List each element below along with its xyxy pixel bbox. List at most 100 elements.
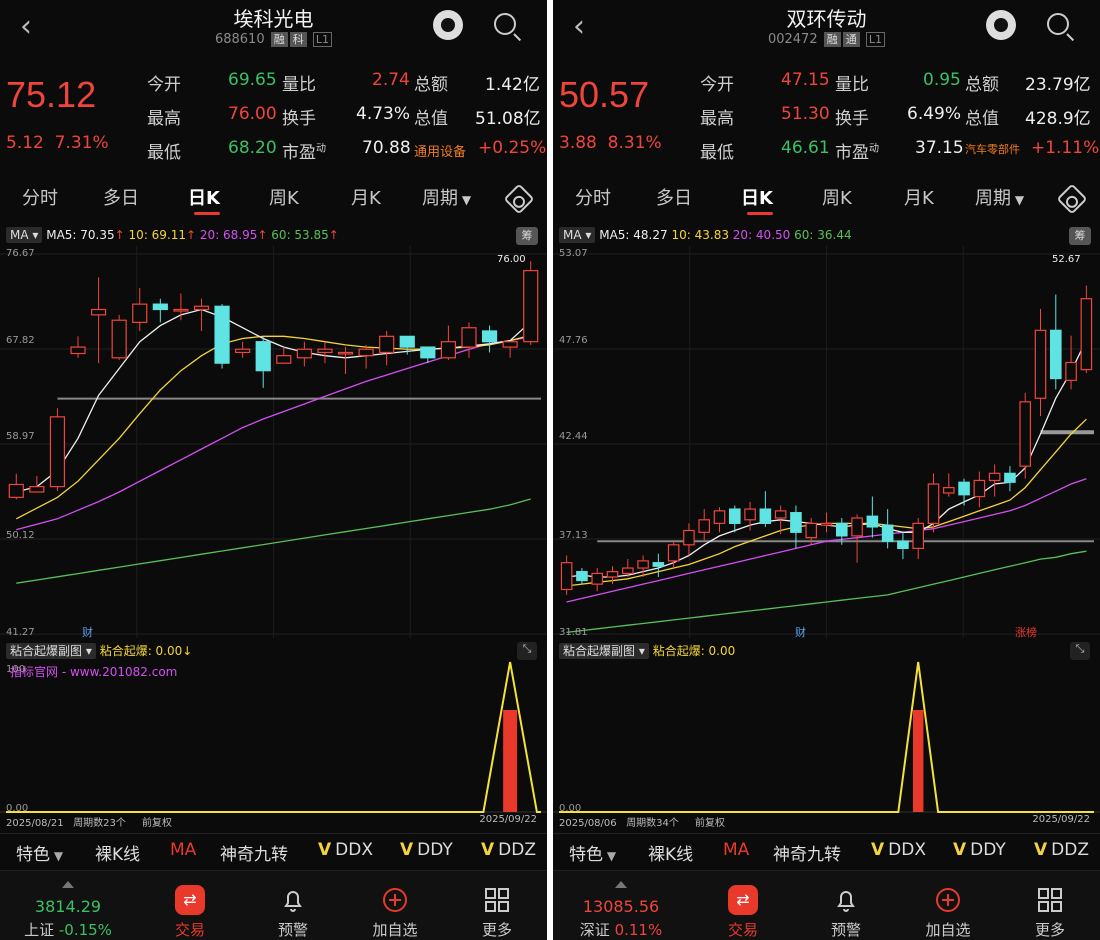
event-marker-gainers[interactable]: 涨榜: [1015, 624, 1037, 640]
candle: [152, 303, 168, 311]
tag-level: L1: [312, 32, 333, 47]
kline-chart[interactable]: [0, 246, 547, 638]
index-value[interactable]: 13085.56: [553, 897, 689, 916]
indicator-ddy[interactable]: V DDY: [953, 840, 1006, 860]
sector-change: +0.25%: [478, 138, 547, 158]
alert-button[interactable]: 预警: [243, 879, 343, 940]
index-expand-icon[interactable]: [62, 881, 74, 888]
add-watchlist-button[interactable]: 加自选: [345, 879, 445, 940]
tab-multiday[interactable]: 多日: [103, 184, 139, 210]
indicator-ddz[interactable]: V DDZ: [1034, 840, 1089, 860]
quote-label: 换手: [282, 109, 316, 129]
candle: [881, 524, 894, 542]
add-watchlist-button[interactable]: 加自选: [898, 879, 998, 940]
quote-value: 37.15: [915, 138, 964, 158]
trade-button[interactable]: ⇄ 交易: [693, 879, 793, 940]
tab-daily-k[interactable]: 日K: [741, 184, 773, 210]
quote-value: 2.74: [372, 70, 410, 90]
indicator-ddy[interactable]: V DDY: [400, 840, 453, 860]
tab-daily-k[interactable]: 日K: [188, 184, 220, 210]
quote-value: 68.20: [228, 138, 277, 158]
trade-button[interactable]: ⇄ 交易: [140, 879, 240, 940]
tab-period[interactable]: 周期 ▼: [422, 184, 471, 210]
indicator-naked-k[interactable]: 裸K线: [648, 840, 693, 865]
candle: [683, 529, 695, 546]
tab-multiday[interactable]: 多日: [656, 184, 692, 210]
settings-icon[interactable]: [1056, 183, 1088, 215]
alert-button[interactable]: 预警: [796, 879, 896, 940]
search-icon[interactable]: [1047, 13, 1069, 35]
more-button[interactable]: 更多: [447, 879, 547, 940]
watch-icon[interactable]: [433, 10, 463, 40]
tab-weekly-k[interactable]: 周K: [269, 184, 299, 210]
sub-chart[interactable]: [553, 640, 1100, 816]
indicator-ddx[interactable]: V DDX: [871, 840, 926, 860]
sub-chart[interactable]: [0, 640, 547, 816]
search-icon[interactable]: [494, 13, 516, 35]
caret-down-icon: ▼: [603, 849, 617, 863]
event-marker-earnings[interactable]: 财: [82, 624, 93, 640]
settings-icon[interactable]: [503, 183, 535, 215]
candle: [728, 508, 741, 524]
indicator-featured[interactable]: 特色 ▼: [16, 840, 63, 865]
candle: [358, 348, 374, 357]
chart-footer: 2025/08/06 周期数34个 前复权 2025/09/22: [559, 814, 1094, 829]
chip-distribution-button[interactable]: 筹: [1069, 227, 1091, 245]
indicator-ddx[interactable]: V DDX: [318, 840, 373, 860]
candle: [713, 510, 726, 524]
quote-label: 量比: [282, 75, 316, 95]
sector-name[interactable]: 通用设备: [414, 141, 466, 160]
event-marker-earnings[interactable]: 财: [795, 624, 806, 640]
sub-y-max: 100: [6, 664, 26, 675]
sector-change: +1.11%: [1031, 138, 1100, 158]
indicator-ma[interactable]: MA: [170, 840, 196, 860]
tab-monthly-k[interactable]: 月K: [904, 184, 934, 210]
watch-icon[interactable]: [986, 10, 1016, 40]
index-value[interactable]: 3814.29: [0, 897, 136, 916]
plus-circle-icon: [933, 885, 963, 915]
sub-line: [559, 661, 1094, 813]
candle: [759, 508, 772, 524]
tab-intraday[interactable]: 分时: [22, 184, 58, 210]
indicator-ma[interactable]: MA: [723, 840, 749, 860]
tab-intraday[interactable]: 分时: [575, 184, 611, 210]
candle: [461, 327, 477, 348]
indicator-td9[interactable]: 神奇九转: [220, 840, 288, 865]
sub-line: [6, 661, 541, 813]
adjust-mode[interactable]: 前复权: [142, 818, 172, 829]
quote-value: 69.65: [228, 70, 277, 90]
indicator-ddz[interactable]: V DDZ: [481, 840, 536, 860]
sector-name[interactable]: 汽车零部件: [965, 141, 1020, 157]
ma-selector[interactable]: MA ▾: [6, 227, 43, 243]
stock-code: 002472: [767, 32, 818, 47]
candle: [988, 472, 1001, 482]
candle: [667, 544, 680, 562]
y-label: 37.13: [559, 530, 588, 541]
quote-value: 51.30: [781, 104, 830, 124]
indicator-featured[interactable]: 特色 ▼: [569, 840, 616, 865]
tag-margin: 融: [823, 32, 841, 47]
tab-monthly-k[interactable]: 月K: [351, 184, 381, 210]
index-expand-icon[interactable]: [615, 881, 627, 888]
quote-value: 76.00: [228, 104, 277, 124]
period-count: 周期数23个: [73, 818, 126, 829]
more-button[interactable]: 更多: [1000, 879, 1100, 940]
quote-value: 6.49%: [907, 104, 962, 124]
stock-code: 688610: [214, 32, 265, 47]
tab-period[interactable]: 周期 ▼: [975, 184, 1024, 210]
candle: [942, 487, 955, 494]
indicator-td9[interactable]: 神奇九转: [773, 840, 841, 865]
ma5-value: MA5: 48.27: [599, 228, 668, 242]
trade-icon: ⇄: [728, 885, 758, 915]
kline-chart[interactable]: [553, 246, 1100, 638]
indicator-naked-k[interactable]: 裸K线: [95, 840, 140, 865]
tab-weekly-k[interactable]: 周K: [822, 184, 852, 210]
price-change: 5.12 7.31%: [6, 133, 109, 153]
chip-distribution-button[interactable]: 筹: [516, 227, 538, 245]
stock-panel: ‹ 双环传动 002472 融通 L1 50.57 3.88 8.31% 今开 …: [553, 0, 1100, 940]
quote-label: 最高: [147, 109, 181, 129]
candle: [337, 351, 354, 355]
ma-selector[interactable]: MA ▾: [559, 227, 596, 243]
period-count: 周期数34个: [626, 818, 679, 829]
adjust-mode[interactable]: 前复权: [695, 818, 725, 829]
